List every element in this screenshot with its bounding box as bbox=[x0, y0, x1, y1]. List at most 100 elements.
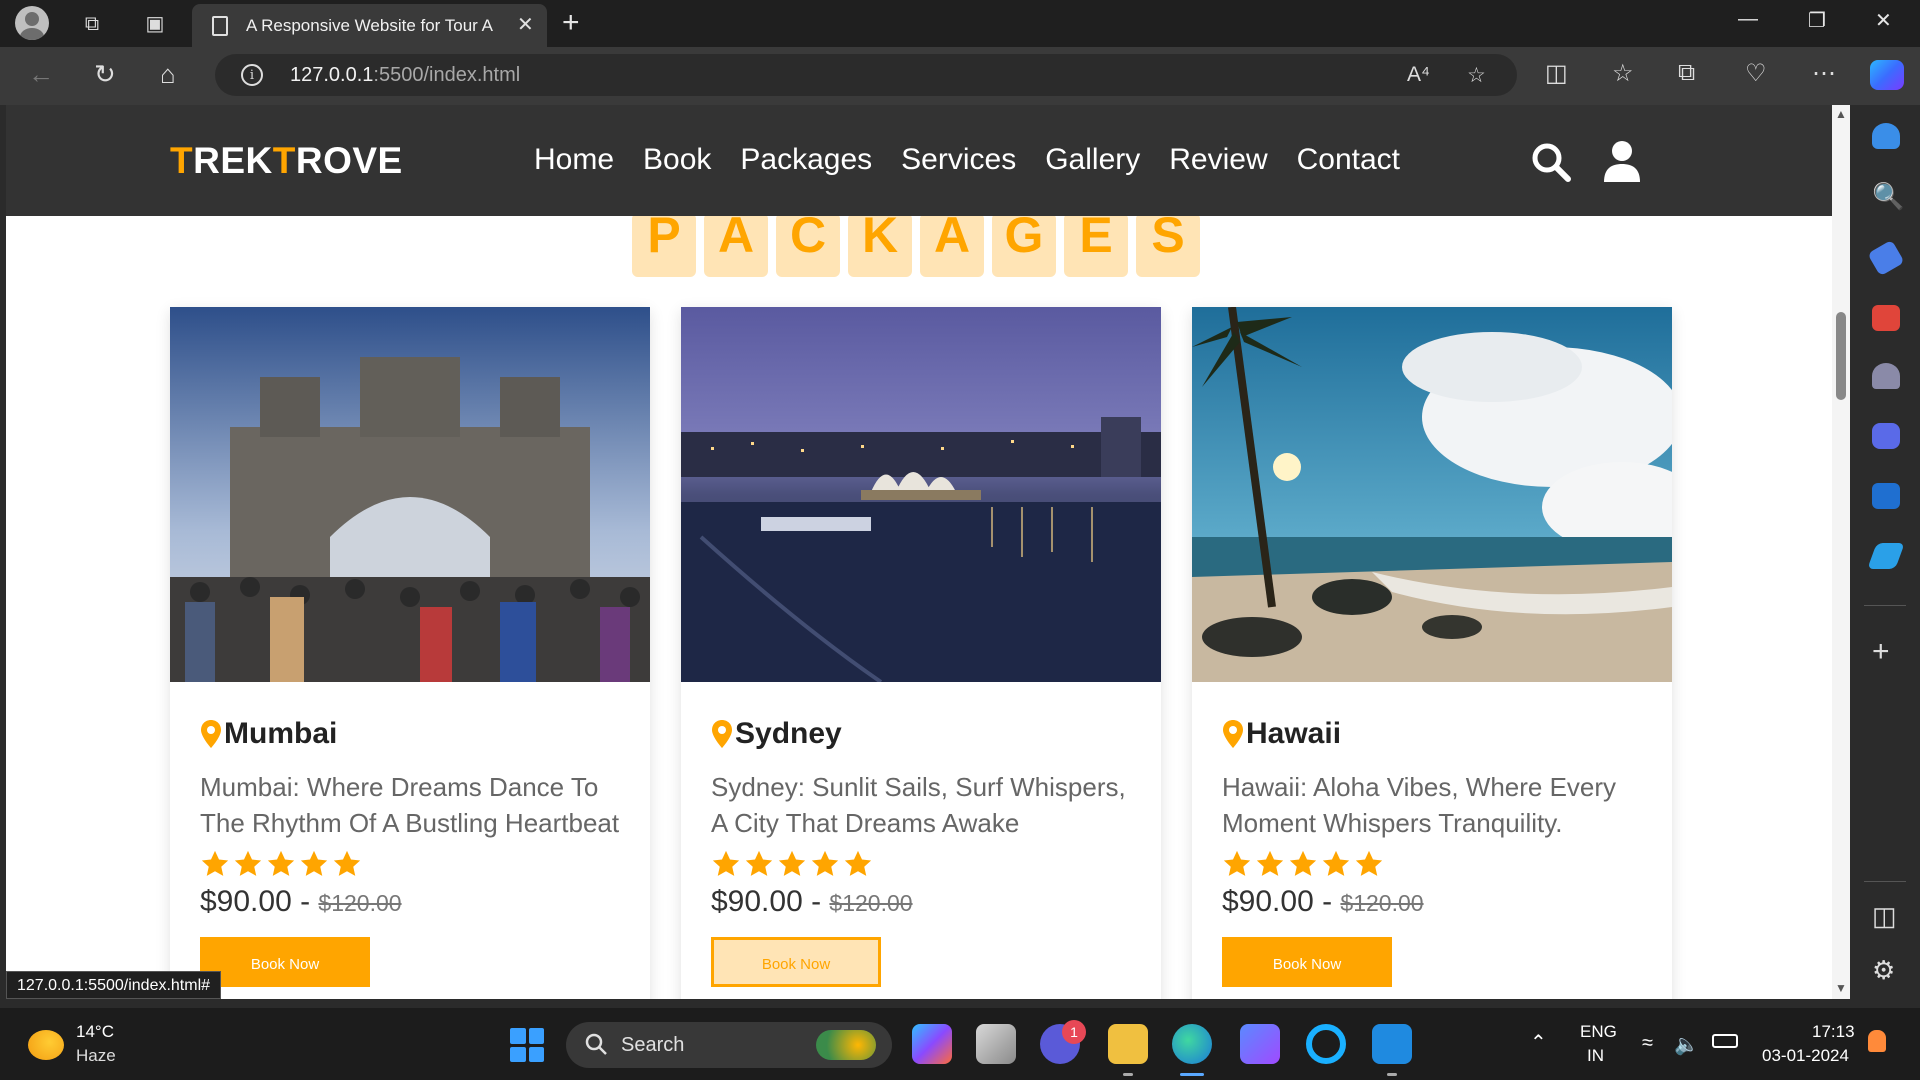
nav-packages[interactable]: Packages bbox=[740, 143, 872, 177]
back-icon[interactable]: ← bbox=[28, 59, 54, 90]
profile-avatar[interactable] bbox=[15, 6, 49, 40]
heading-letter: P bbox=[632, 210, 696, 277]
copilot-app-icon[interactable] bbox=[912, 1024, 952, 1064]
star-icon bbox=[1256, 850, 1284, 876]
app-running-indicator bbox=[1123, 1073, 1133, 1076]
copilot-sidebar-icon[interactable] bbox=[1872, 423, 1900, 449]
address-bar[interactable]: i 127.0.0.1:5500/index.html A⁴ ☆ bbox=[215, 54, 1517, 96]
book-now-button[interactable]: Book Now bbox=[1222, 937, 1392, 987]
heading-letter: A bbox=[704, 210, 768, 277]
user-icon[interactable] bbox=[1602, 140, 1642, 182]
star-icon bbox=[712, 850, 740, 876]
page-icon bbox=[212, 16, 228, 36]
outlook-icon[interactable] bbox=[1872, 483, 1900, 509]
tab-actions-icon[interactable]: ▣ bbox=[141, 10, 169, 38]
nav-services[interactable]: Services bbox=[901, 143, 1016, 177]
weather-haze-icon[interactable] bbox=[28, 1030, 64, 1060]
star-rating bbox=[200, 849, 630, 879]
cortana-ring-icon[interactable] bbox=[1306, 1024, 1346, 1064]
browser-essentials-icon[interactable]: ♡ bbox=[1745, 59, 1767, 88]
nav-home[interactable]: Home bbox=[534, 143, 614, 177]
show-hidden-icons-chevron-icon[interactable]: ⌃ bbox=[1530, 1030, 1547, 1055]
web-page: TREKTROVE Home Book Packages Services Ga… bbox=[6, 105, 1832, 999]
notification-bell-icon[interactable] bbox=[1868, 1030, 1886, 1052]
tools-briefcase-icon[interactable] bbox=[1872, 305, 1900, 331]
close-window-icon[interactable]: ✕ bbox=[1875, 8, 1892, 33]
sidebar-divider bbox=[1864, 881, 1906, 882]
minimize-icon[interactable]: — bbox=[1738, 8, 1758, 31]
drop-send-icon[interactable] bbox=[1867, 543, 1905, 569]
nav-gallery[interactable]: Gallery bbox=[1045, 143, 1140, 177]
nav-review[interactable]: Review bbox=[1169, 143, 1267, 177]
book-now-button[interactable]: Book Now bbox=[711, 937, 881, 987]
favorites-icon[interactable]: ☆ bbox=[1612, 59, 1634, 88]
active-tab[interactable]: A Responsive Website for Tour A ✕ bbox=[192, 4, 547, 47]
more-menu-icon[interactable]: ⋯ bbox=[1812, 59, 1836, 88]
edge-browser-icon[interactable] bbox=[1172, 1024, 1212, 1064]
scroll-down-arrow-icon[interactable]: ▼ bbox=[1835, 981, 1847, 995]
split-screen-icon[interactable]: ◫ bbox=[1545, 59, 1568, 88]
sidebar-search-icon[interactable]: 🔍 bbox=[1872, 181, 1904, 212]
shopping-tag-icon[interactable] bbox=[1867, 239, 1905, 277]
region-indicator[interactable]: IN bbox=[1587, 1046, 1604, 1066]
new-tab-icon[interactable]: + bbox=[562, 6, 580, 40]
copilot-icon[interactable] bbox=[1870, 60, 1904, 90]
location-pin-icon bbox=[712, 720, 732, 748]
page-scrollbar[interactable]: ▲ ▼ bbox=[1832, 105, 1850, 999]
scroll-up-arrow-icon[interactable]: ▲ bbox=[1835, 107, 1847, 121]
taskbar-search-box[interactable]: Search bbox=[566, 1022, 892, 1068]
package-card-hawaii: Hawaii Hawaii: Aloha Vibes, Where Every … bbox=[1192, 307, 1672, 999]
collections-icon[interactable]: ⧉ bbox=[1678, 59, 1695, 87]
star-rating bbox=[1222, 849, 1652, 879]
read-aloud-icon[interactable]: A⁴ bbox=[1407, 63, 1430, 87]
notifications-bell-icon[interactable] bbox=[1872, 123, 1900, 149]
hide-sidebar-icon[interactable]: ◫ bbox=[1872, 901, 1897, 932]
sidebar-settings-gear-icon[interactable]: ⚙ bbox=[1872, 955, 1895, 986]
refresh-icon[interactable]: ↻ bbox=[94, 59, 116, 90]
site-logo[interactable]: TREKTROVE bbox=[170, 140, 403, 182]
star-icon bbox=[1355, 850, 1383, 876]
windows-start-icon[interactable] bbox=[510, 1028, 544, 1062]
card-title-text: Sydney bbox=[735, 717, 842, 750]
home-icon[interactable]: ⌂ bbox=[160, 59, 176, 90]
battery-icon[interactable] bbox=[1712, 1034, 1738, 1048]
close-tab-icon[interactable]: ✕ bbox=[517, 12, 534, 37]
heading-letter: K bbox=[848, 210, 912, 277]
heading-letter: S bbox=[1136, 210, 1200, 277]
wifi-icon[interactable]: ≈ bbox=[1642, 1032, 1653, 1055]
card-title: Hawaii bbox=[1222, 717, 1652, 751]
task-view-icon[interactable] bbox=[976, 1024, 1016, 1064]
link-status-bar: 127.0.0.1:5500/index.html# bbox=[6, 971, 222, 999]
star-icon bbox=[811, 850, 839, 876]
card-description: Mumbai: Where Dreams Dance To The Rhythm… bbox=[200, 772, 620, 838]
weather-temperature[interactable]: 14°C bbox=[76, 1022, 114, 1042]
games-chess-icon[interactable] bbox=[1872, 363, 1900, 389]
site-info-icon[interactable]: i bbox=[241, 64, 263, 86]
nav-book[interactable]: Book bbox=[643, 143, 711, 177]
star-icon bbox=[778, 850, 806, 876]
volume-icon[interactable]: 🔈 bbox=[1674, 1032, 1699, 1057]
clock-date[interactable]: 03-01-2024 bbox=[1762, 1046, 1849, 1066]
favorite-star-icon[interactable]: ☆ bbox=[1467, 63, 1486, 88]
sydney-image bbox=[681, 307, 1161, 682]
url-text[interactable]: 127.0.0.1:5500/index.html bbox=[290, 64, 520, 87]
vscode-icon[interactable] bbox=[1372, 1024, 1412, 1064]
copilot-hex-icon[interactable] bbox=[1240, 1024, 1280, 1064]
language-indicator[interactable]: ENG bbox=[1580, 1022, 1617, 1042]
heading-letter: E bbox=[1064, 210, 1128, 277]
clock-time[interactable]: 17:13 bbox=[1812, 1022, 1855, 1042]
workspaces-icon[interactable]: ⧉ bbox=[78, 10, 106, 38]
restore-icon[interactable]: ❐ bbox=[1808, 8, 1826, 33]
main-nav: Home Book Packages Services Gallery Revi… bbox=[534, 143, 1400, 177]
book-now-button[interactable]: Book Now bbox=[200, 937, 370, 987]
search-icon[interactable] bbox=[1531, 142, 1571, 182]
star-icon bbox=[201, 850, 229, 876]
old-price: $120.00 bbox=[1340, 890, 1424, 916]
chat-notification-badge: 1 bbox=[1062, 1020, 1086, 1044]
nav-contact[interactable]: Contact bbox=[1297, 143, 1400, 177]
weather-condition[interactable]: Haze bbox=[76, 1046, 116, 1066]
card-price: $90.00 - $120.00 bbox=[200, 885, 402, 918]
add-sidebar-app-icon[interactable]: + bbox=[1872, 635, 1890, 669]
scrollbar-thumb[interactable] bbox=[1836, 312, 1846, 400]
file-explorer-icon[interactable] bbox=[1108, 1024, 1148, 1064]
